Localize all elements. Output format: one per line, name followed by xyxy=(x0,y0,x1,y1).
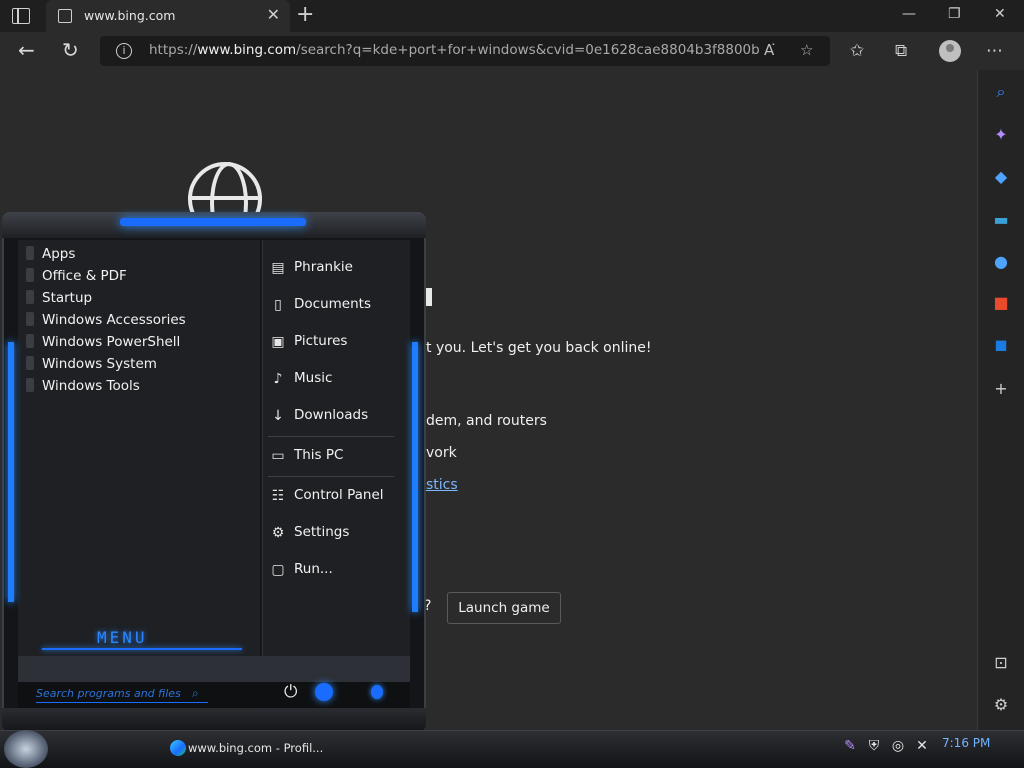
tip-network: vork xyxy=(426,445,457,461)
document-icon: ▯ xyxy=(274,297,282,313)
title-bar: www.bing.com ✕ + — ❐ ✕ xyxy=(0,0,1024,32)
start-menu-bar xyxy=(18,656,410,682)
app-folder-office[interactable]: Office & PDF xyxy=(42,268,127,284)
divider xyxy=(268,436,394,437)
folder-icon xyxy=(26,334,34,348)
tab-close-icon[interactable]: ✕ xyxy=(267,6,280,24)
start-menu: Apps Office & PDF Startup Windows Access… xyxy=(2,212,426,732)
control-panel-icon: ☷ xyxy=(271,488,285,504)
place-documents[interactable]: Documents xyxy=(294,296,371,312)
address-bar[interactable]: i https://www.bing.com/search?q=kde+port… xyxy=(100,36,830,66)
security-icon[interactable]: ⛨ xyxy=(866,738,882,754)
place-user[interactable]: Phrankie xyxy=(294,259,353,275)
place-this-pc[interactable]: This PC xyxy=(294,447,343,463)
app-folder-system[interactable]: Windows System xyxy=(42,356,157,372)
new-tab-button[interactable]: + xyxy=(296,4,314,26)
place-run[interactable]: Run... xyxy=(294,561,333,577)
place-downloads[interactable]: Downloads xyxy=(294,407,368,423)
start-menu-bottom xyxy=(2,708,426,732)
office-icon[interactable]: ■ xyxy=(991,293,1011,313)
restore-button[interactable]: ❐ xyxy=(948,6,961,22)
divider xyxy=(268,476,394,477)
close-window-button[interactable]: ✕ xyxy=(994,6,1006,22)
power-icon[interactable]: ⏻ xyxy=(284,682,297,702)
collections-icon[interactable]: ⧉ xyxy=(895,41,907,61)
shutdown-button[interactable] xyxy=(315,683,333,701)
volume-icon[interactable]: ✕ xyxy=(914,738,930,754)
folder-icon xyxy=(26,378,34,392)
menu-glow-line xyxy=(42,648,242,650)
minimize-button[interactable]: — xyxy=(902,6,916,22)
gear-icon[interactable]: ⚙ xyxy=(991,695,1011,715)
search-input[interactable] xyxy=(36,685,208,703)
feather-icon[interactable]: ✎ xyxy=(842,738,858,754)
taskbar-app-label: www.bing.com - Profil... xyxy=(188,741,324,755)
gear-icon: ⚙ xyxy=(271,525,285,541)
favorites-icon[interactable]: ✩ xyxy=(850,41,864,61)
folder-icon xyxy=(26,356,34,370)
network-icon[interactable]: ◎ xyxy=(890,738,906,754)
profile-avatar[interactable] xyxy=(939,40,961,62)
screen: www.bing.com ✕ + — ❐ ✕ ← ↻ i https://www… xyxy=(0,0,1024,768)
add-favorite-icon[interactable]: ☆ xyxy=(800,41,813,59)
address-toolbar: ← ↻ i https://www.bing.com/search?q=kde+… xyxy=(0,32,1024,70)
tab-bing[interactable]: www.bing.com ✕ xyxy=(46,0,290,32)
app-folder-tools[interactable]: Windows Tools xyxy=(42,378,140,394)
more-icon[interactable]: ⋯ xyxy=(986,41,1003,61)
folder-icon xyxy=(26,290,34,304)
picture-icon: ▣ xyxy=(271,334,285,350)
place-control-panel[interactable]: Control Panel xyxy=(294,487,384,503)
menu-label: MENU xyxy=(97,628,148,647)
copilot-icon[interactable]: ✦ xyxy=(991,125,1011,145)
edge-icon xyxy=(170,740,186,756)
user-folder-icon: ▤ xyxy=(271,260,285,276)
start-orb-icon[interactable] xyxy=(4,730,48,768)
refresh-button[interactable]: ↻ xyxy=(62,39,79,61)
tip-modem: dem, and routers xyxy=(426,413,547,429)
download-icon: ↓ xyxy=(272,408,284,424)
outlook-icon[interactable]: ◼ xyxy=(991,335,1011,355)
launch-game-button[interactable]: Launch game xyxy=(447,592,561,624)
folder-icon xyxy=(26,246,34,260)
app-folder-startup[interactable]: Startup xyxy=(42,290,92,306)
folder-icon xyxy=(26,268,34,282)
left-glow-bar xyxy=(8,342,14,602)
start-menu-glow xyxy=(120,218,306,226)
info-icon[interactable]: i xyxy=(116,43,132,59)
options-button[interactable] xyxy=(371,685,383,699)
computer-icon: ▭ xyxy=(271,448,285,464)
place-pictures[interactable]: Pictures xyxy=(294,333,347,349)
taskbar-app-edge[interactable]: www.bing.com - Profil... xyxy=(164,736,323,762)
toolbox-icon[interactable]: ▬ xyxy=(991,210,1011,230)
music-icon: ♪ xyxy=(273,371,283,387)
favicon-icon xyxy=(58,9,72,23)
place-settings[interactable]: Settings xyxy=(294,524,349,540)
app-folder-powershell[interactable]: Windows PowerShell xyxy=(42,334,180,350)
add-icon[interactable]: + xyxy=(991,379,1011,399)
tab-actions-icon[interactable] xyxy=(12,8,30,24)
split-screen-icon[interactable]: ⊡ xyxy=(991,653,1011,673)
read-aloud-icon[interactable]: A͘ xyxy=(764,41,774,59)
folder-icon xyxy=(26,312,34,326)
offline-message: t you. Let's get you back online! xyxy=(426,340,652,356)
edge-sidebar: ⌕ ✦ ◆ ▬ ● ■ ◼ + ⊡ ⚙ xyxy=(977,70,1024,730)
search-icon[interactable]: ⌕ xyxy=(192,686,199,701)
app-folder-apps[interactable]: Apps xyxy=(42,246,75,262)
people-icon[interactable]: ● xyxy=(991,252,1011,272)
right-glow-bar xyxy=(412,342,418,612)
tag-icon[interactable]: ◆ xyxy=(991,167,1011,187)
search-icon[interactable]: ⌕ xyxy=(991,82,1011,102)
tab-title: www.bing.com xyxy=(84,8,176,23)
url-text: https://www.bing.com/search?q=kde+port+f… xyxy=(149,42,759,58)
app-folder-accessories[interactable]: Windows Accessories xyxy=(42,312,186,328)
back-button[interactable]: ← xyxy=(18,39,35,61)
place-music[interactable]: Music xyxy=(294,370,332,386)
clock[interactable]: 7:16 PM xyxy=(942,736,990,750)
run-icon: ▢ xyxy=(271,562,285,578)
diagnostics-link[interactable]: stics xyxy=(426,477,458,493)
